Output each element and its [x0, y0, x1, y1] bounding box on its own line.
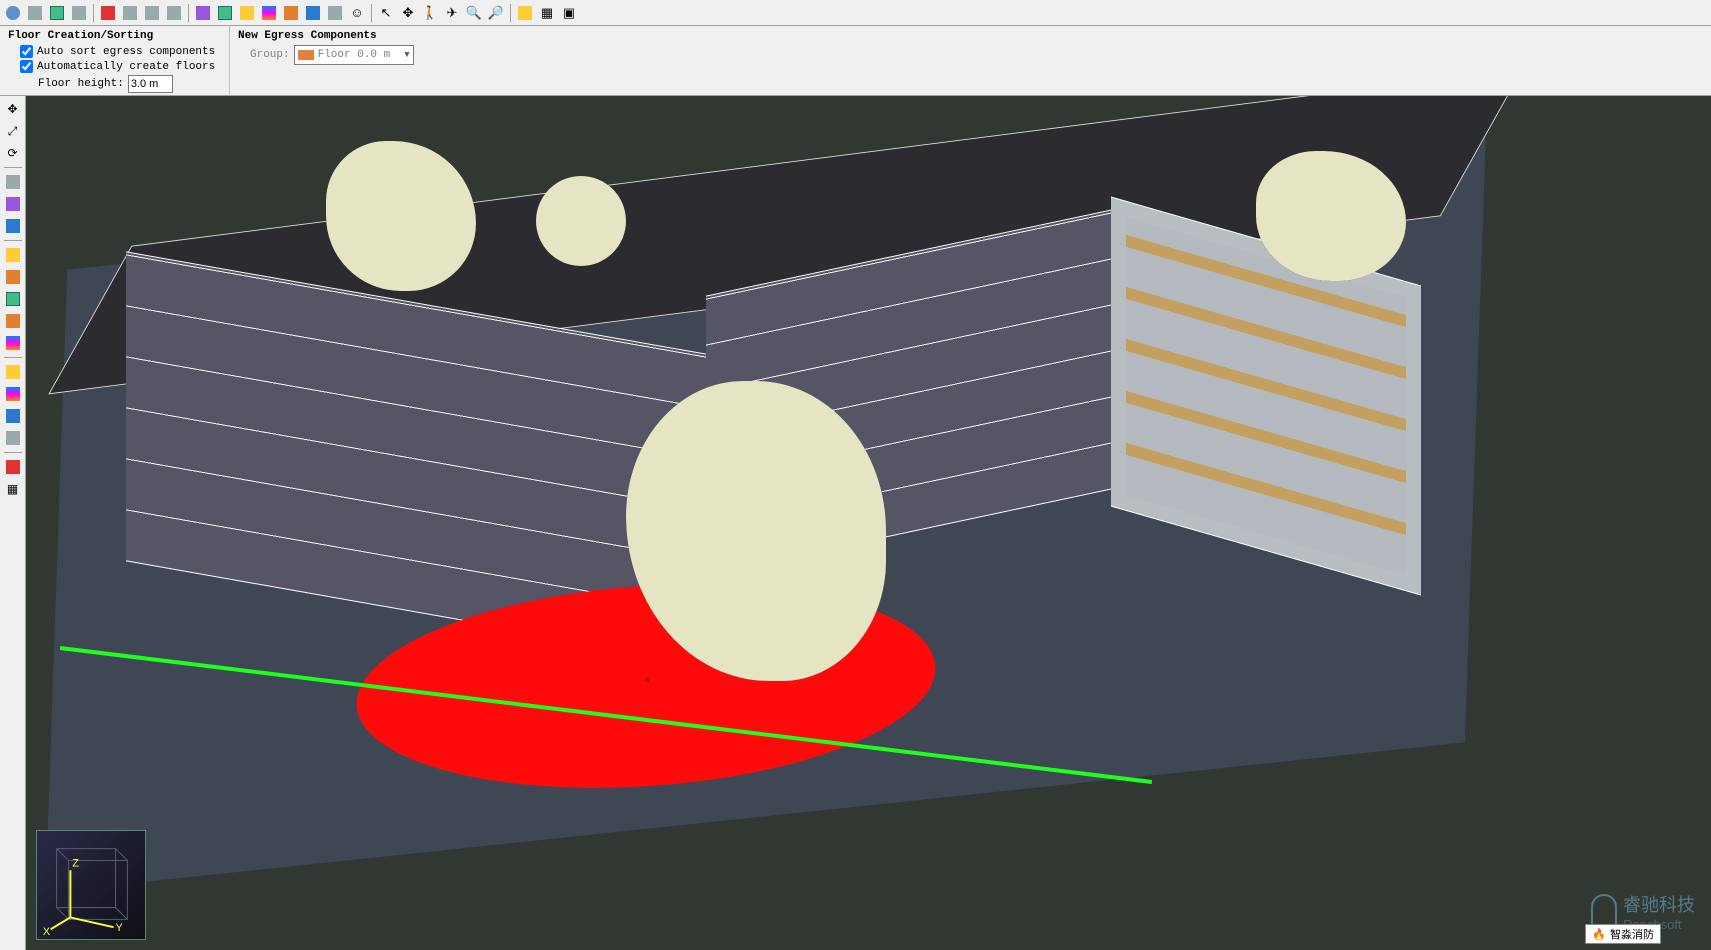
tb-person[interactable]: ☺ — [347, 3, 367, 23]
panel-new-egress: New Egress Components Group: Floor 0.0 m… — [230, 26, 450, 95]
side-toolbar: ✥ ⤢ ⟳ ▦ — [0, 96, 26, 950]
sb-scale[interactable]: ⤢ — [3, 121, 23, 141]
viewport-3d[interactable]: ⚬ Z Y X 睿驰科技 Reachsoft — [26, 96, 1711, 950]
panel-title: New Egress Components — [238, 30, 442, 42]
axis-y-label: Y — [116, 922, 123, 934]
sb-add-exit[interactable] — [3, 289, 23, 309]
tb-zoom-in[interactable]: 🔍 — [464, 3, 484, 23]
separator — [4, 357, 22, 358]
sb-add-room[interactable] — [3, 311, 23, 331]
lbl-floor-height: Floor height: — [38, 78, 124, 90]
axis-x-label: X — [43, 926, 50, 938]
sb-move[interactable]: ✥ — [3, 99, 23, 119]
sb-grid[interactable]: ▦ — [3, 479, 23, 499]
chk-auto-sort[interactable] — [20, 45, 33, 58]
corner-badge: 🔥 智淼消防 — [1585, 924, 1661, 944]
inp-floor-height[interactable] — [128, 75, 173, 93]
tb-zoom-out[interactable]: 🔎 — [486, 3, 506, 23]
vendor-cn: 睿驰科技 — [1623, 891, 1695, 917]
tb-wireframe[interactable] — [25, 3, 45, 23]
tb-move[interactable] — [259, 3, 279, 23]
tree-icon — [536, 176, 626, 266]
tb-snap-grid[interactable]: ▦ — [537, 3, 557, 23]
tb-pan[interactable]: ✥ — [398, 3, 418, 23]
tb-palette[interactable] — [281, 3, 301, 23]
chk-auto-create[interactable] — [20, 60, 33, 73]
separator — [4, 240, 22, 241]
tb-red[interactable] — [98, 3, 118, 23]
badge-text: 智淼消防 — [1610, 926, 1654, 942]
target-center-marker: ⚬ — [643, 676, 651, 687]
tb-rect[interactable] — [120, 3, 140, 23]
tb-solid[interactable] — [47, 3, 67, 23]
lbl-group: Group: — [250, 49, 290, 61]
options-bar: Floor Creation/Sorting Auto sort egress … — [0, 26, 1711, 96]
separator — [4, 167, 22, 168]
tb-copy[interactable] — [69, 3, 89, 23]
sb-layers[interactable] — [3, 406, 23, 426]
separator — [93, 4, 94, 22]
separator — [510, 4, 511, 22]
sb-rotate[interactable]: ⟳ — [3, 143, 23, 163]
sb-region[interactable] — [3, 428, 23, 448]
tb-snap-region[interactable]: ▣ — [559, 3, 579, 23]
sb-color[interactable] — [3, 384, 23, 404]
tb-walk[interactable]: 🚶 — [420, 3, 440, 23]
tb-screen[interactable] — [303, 3, 323, 23]
tb-orbit[interactable] — [193, 3, 213, 23]
sb-add-floor[interactable] — [3, 245, 23, 265]
sb-add-obstruction[interactable] — [3, 333, 23, 353]
panel-floor-creation: Floor Creation/Sorting Auto sort egress … — [0, 26, 230, 95]
sb-material[interactable] — [3, 362, 23, 382]
tb-axes[interactable] — [215, 3, 235, 23]
sb-region-red[interactable] — [3, 457, 23, 477]
floor-swatch-icon — [298, 50, 314, 60]
top-toolbar: ☺ ↖ ✥ 🚶 ✈ 🔍 🔎 ▦ ▣ — [0, 0, 1711, 26]
sb-wall[interactable] — [3, 172, 23, 192]
chevron-down-icon: ▼ — [404, 50, 409, 60]
lbl-auto-sort: Auto sort egress components — [37, 46, 215, 58]
tb-measure[interactable] — [237, 3, 257, 23]
sb-add-occupant[interactable] — [3, 267, 23, 287]
sel-group[interactable]: Floor 0.0 m ▼ — [294, 45, 414, 65]
tb-target[interactable] — [325, 3, 345, 23]
separator — [4, 452, 22, 453]
separator — [371, 4, 372, 22]
separator — [188, 4, 189, 22]
sb-door[interactable] — [3, 216, 23, 236]
flame-icon: 🔥 — [1592, 928, 1606, 941]
tb-pointer[interactable]: ↖ — [376, 3, 396, 23]
lbl-auto-create: Automatically create floors — [37, 61, 215, 73]
axis-triad[interactable]: Z Y X — [36, 830, 146, 940]
tb-globe[interactable] — [3, 3, 23, 23]
tb-snap[interactable] — [515, 3, 535, 23]
panel-title: Floor Creation/Sorting — [8, 30, 221, 42]
axis-z-label: Z — [72, 857, 79, 869]
tb-hatch[interactable] — [142, 3, 162, 23]
sel-group-value: Floor 0.0 m — [318, 49, 391, 61]
tb-fly[interactable]: ✈ — [442, 3, 462, 23]
sb-stair[interactable] — [3, 194, 23, 214]
tb-hatch2[interactable] — [164, 3, 184, 23]
main-area: ✥ ⤢ ⟳ ▦ ⚬ — [0, 96, 1711, 950]
